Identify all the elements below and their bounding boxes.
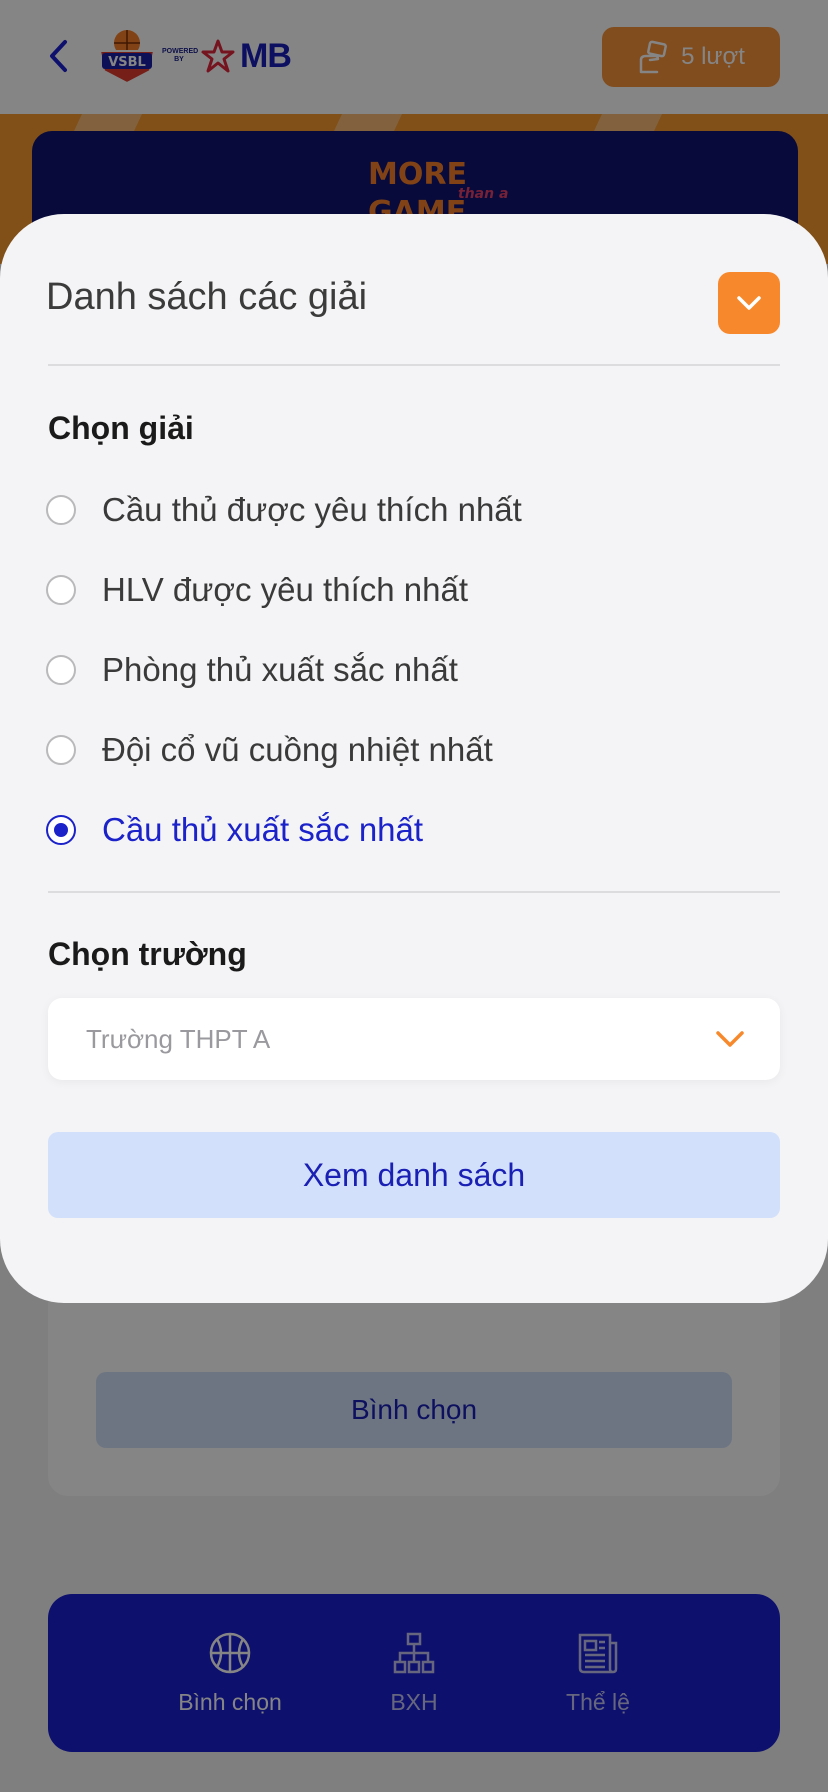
award-option[interactable]: Cầu thủ được yêu thích nhất [46, 482, 746, 538]
award-option[interactable]: Đội cổ vũ cuồng nhiệt nhất [46, 722, 746, 778]
award-option[interactable]: HLV được yêu thích nhất [46, 562, 746, 618]
award-option[interactable]: Phòng thủ xuất sắc nhất [46, 642, 746, 698]
divider [48, 364, 780, 366]
school-section-label: Chọn trường [48, 936, 247, 972]
divider [48, 891, 780, 893]
award-option-label: Đội cổ vũ cuồng nhiệt nhất [102, 731, 493, 768]
award-option-label: Phòng thủ xuất sắc nhất [102, 651, 458, 688]
radio-button[interactable] [46, 735, 76, 765]
sheet-title: Danh sách các giải [46, 276, 368, 318]
radio-button-checked[interactable] [46, 815, 76, 845]
school-select-value: Trường THPT A [86, 1023, 271, 1054]
radio-button[interactable] [46, 575, 76, 605]
award-option-selected[interactable]: Cầu thủ xuất sắc nhất [46, 802, 746, 858]
radio-button[interactable] [46, 655, 76, 685]
chevron-down-icon [716, 1031, 744, 1047]
award-section-label: Chọn giải [48, 410, 194, 446]
award-option-label: Cầu thủ xuất sắc nhất [102, 811, 424, 848]
view-list-button[interactable]: Xem danh sách [48, 1132, 780, 1218]
award-option-label: HLV được yêu thích nhất [102, 571, 468, 608]
school-select[interactable]: Trường THPT A [48, 998, 780, 1080]
radio-button[interactable] [46, 495, 76, 525]
award-option-label: Cầu thủ được yêu thích nhất [102, 491, 522, 528]
collapse-sheet-button[interactable] [718, 272, 780, 334]
chevron-down-icon [737, 296, 761, 310]
award-list-sheet: Danh sách các giải Chọn giải Cầu thủ đượ… [0, 214, 828, 1303]
